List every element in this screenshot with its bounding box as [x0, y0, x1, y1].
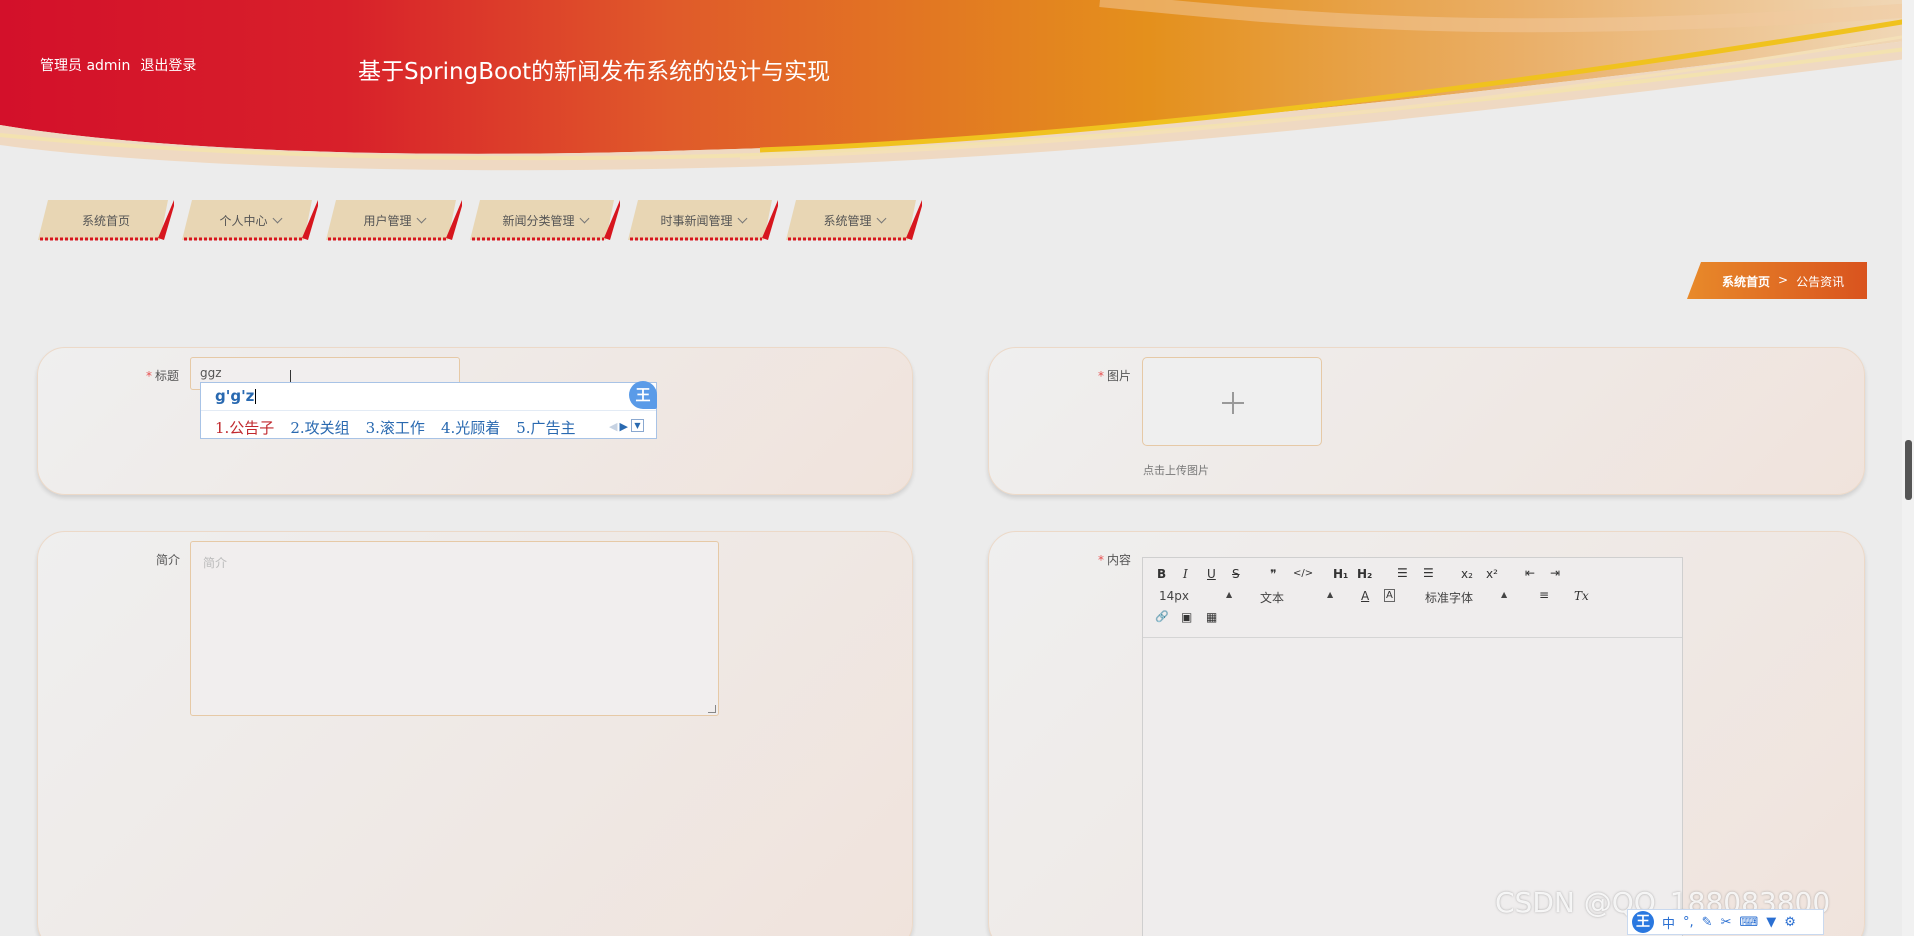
rich-text-editor: B I U S ❞ </> H₁ H₂ ☰ ☰ x₂ x² ⇤ ⇥ 14px ▲… — [1142, 557, 1683, 936]
select-arrows-icon: ▲ — [1501, 590, 1508, 599]
align-button[interactable]: ≡ — [1539, 588, 1549, 602]
header-background — [0, 0, 1914, 178]
nav-label: 系统管理 — [823, 213, 872, 228]
main-nav: 系统首页 个人中心 用户管理 新闻分类管理 时事新闻管理 系统管理 — [38, 198, 930, 242]
bold-button[interactable]: B — [1157, 567, 1166, 581]
font-color-button[interactable]: A — [1361, 589, 1369, 603]
nav-item-news-category[interactable]: 新闻分类管理 — [470, 198, 620, 242]
chevron-down-icon — [579, 213, 589, 223]
subscript-button[interactable]: x₂ — [1461, 567, 1473, 581]
ime-pinyin: g'g'z — [215, 387, 257, 405]
strike-button[interactable]: S — [1232, 567, 1240, 581]
ime-status-bar: 王 中 °, ✎ ✂ ⌨ ▼ ⚙ — [1627, 909, 1824, 935]
scroll-thumb[interactable] — [1905, 440, 1912, 500]
chevron-down-icon — [416, 213, 426, 223]
resize-handle-icon[interactable] — [708, 705, 716, 713]
video-button[interactable]: ▦ — [1206, 610, 1217, 624]
breadcrumb-separator: > — [1778, 273, 1789, 287]
nav-label: 用户管理 — [363, 213, 412, 228]
ordered-list-button[interactable]: ☰ — [1397, 566, 1408, 580]
ime-candidate[interactable]: 3.滚工作 — [366, 417, 425, 438]
font-family-select[interactable]: 标准字体 — [1425, 589, 1473, 606]
ime-expand-icon[interactable]: ▼ — [631, 419, 644, 432]
logout-link[interactable]: 退出登录 — [140, 55, 196, 75]
blockquote-button[interactable]: ❞ — [1270, 567, 1276, 581]
chevron-down-icon — [876, 213, 886, 223]
block-type-select[interactable]: 文本 — [1260, 589, 1284, 606]
pen-icon[interactable]: ✎ — [1702, 915, 1713, 930]
chevron-down-icon — [272, 213, 282, 223]
select-arrows-icon: ▲ — [1226, 590, 1233, 599]
intro-textarea[interactable]: 简介 — [190, 541, 719, 716]
user-role: 管理员 admin — [40, 58, 131, 74]
scissors-icon[interactable]: ✂ — [1721, 915, 1732, 930]
nav-item-personal-center[interactable]: 个人中心 — [182, 198, 318, 242]
nav-item-system-management[interactable]: 系统管理 — [786, 198, 922, 242]
user-info: 管理员 admin 退出登录 — [40, 55, 196, 75]
superscript-button[interactable]: x² — [1486, 567, 1498, 581]
background-color-button[interactable]: A — [1384, 589, 1395, 602]
ime-logo-badge: 王 — [629, 381, 657, 409]
breadcrumb-current: 公告资讯 — [1796, 275, 1845, 289]
ime-candidate[interactable]: 1.公告子 — [215, 417, 274, 438]
code-block-button[interactable]: </> — [1293, 568, 1313, 579]
italic-button[interactable]: I — [1183, 567, 1188, 581]
page: 管理员 admin 退出登录 基于SpringBoot的新闻发布系统的设计与实现… — [0, 0, 1914, 936]
nav-item-home[interactable]: 系统首页 — [38, 198, 174, 242]
skin-icon[interactable]: ▼ — [1766, 915, 1776, 930]
ime-candidates: 1.公告子 2.攻关组 3.滚工作 4.光顾着 5.广告主 — [215, 417, 576, 438]
select-arrows-icon: ▲ — [1327, 590, 1334, 599]
nav-label: 系统首页 — [81, 213, 130, 228]
editor-toolbar: B I U S ❞ </> H₁ H₂ ☰ ☰ x₂ x² ⇤ ⇥ 14px ▲… — [1143, 558, 1682, 638]
font-size-select[interactable]: 14px — [1159, 589, 1189, 603]
ime-candidate[interactable]: 4.光顾着 — [441, 417, 500, 438]
underline-button[interactable]: U — [1207, 567, 1216, 581]
title-label: * 标题 — [146, 369, 180, 383]
image-label: * 图片 — [1098, 369, 1132, 383]
ime-candidate[interactable]: 5.广告主 — [516, 417, 575, 438]
nav-item-user-management[interactable]: 用户管理 — [326, 198, 462, 242]
upload-tip: 点击上传图片 — [1143, 464, 1209, 477]
intro-placeholder: 简介 — [203, 556, 228, 570]
nav-label: 新闻分类管理 — [502, 213, 575, 228]
image-button[interactable]: ▣ — [1181, 610, 1192, 624]
clean-format-button[interactable]: Tx — [1574, 589, 1589, 603]
page-scrollbar[interactable] — [1902, 0, 1914, 936]
ime-candidate-popup: g'g'z 1.公告子 2.攻关组 3.滚工作 4.光顾着 5.广告主 ◀ ▶ ▼ — [200, 382, 657, 439]
keyboard-icon[interactable]: ⌨ — [1739, 915, 1758, 930]
content-label: * 内容 — [1098, 553, 1132, 567]
ime-mode-toggle[interactable]: 中 — [1662, 913, 1675, 932]
ime-candidate[interactable]: 2.攻关组 — [290, 417, 349, 438]
link-button[interactable]: 🔗 — [1155, 610, 1169, 623]
chevron-down-icon — [737, 213, 747, 223]
nav-item-current-news[interactable]: 时事新闻管理 — [628, 198, 778, 242]
outdent-button[interactable]: ⇤ — [1525, 566, 1535, 580]
bullet-list-button[interactable]: ☰ — [1423, 566, 1434, 580]
ime-logo-icon[interactable]: 王 — [1632, 911, 1654, 933]
image-upload-button[interactable] — [1142, 357, 1322, 446]
nav-label: 个人中心 — [219, 213, 268, 228]
ime-next-icon[interactable]: ▶ — [619, 420, 627, 433]
punctuation-icon[interactable]: °, — [1683, 915, 1694, 930]
indent-button[interactable]: ⇥ — [1550, 566, 1560, 580]
nav-label: 时事新闻管理 — [660, 213, 733, 228]
intro-label: 简介 — [156, 553, 181, 567]
ime-prev-icon[interactable]: ◀ — [609, 420, 617, 433]
gear-icon[interactable]: ⚙ — [1784, 915, 1796, 930]
heading2-button[interactable]: H₂ — [1357, 567, 1372, 581]
breadcrumb: 系统首页 > 公告资讯 — [1687, 262, 1867, 299]
breadcrumb-home[interactable]: 系统首页 — [1722, 273, 1770, 290]
header-banner: 管理员 admin 退出登录 基于SpringBoot的新闻发布系统的设计与实现 — [0, 0, 1914, 178]
site-title: 基于SpringBoot的新闻发布系统的设计与实现 — [358, 59, 831, 85]
heading1-button[interactable]: H₁ — [1333, 567, 1348, 581]
